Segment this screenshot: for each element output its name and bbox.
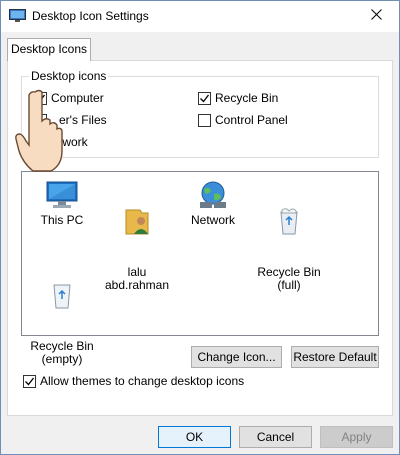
icon-item-this-pc[interactable]: This PC	[27, 180, 97, 227]
dialog-window: Desktop Icon Settings Desktop Icons Desk…	[0, 0, 400, 455]
control-panel-label: Control Panel	[215, 113, 288, 127]
icon-label: Recycle Bin (empty)	[30, 339, 94, 366]
icon-item-network[interactable]: Network	[178, 180, 248, 227]
hand-pointer-icon	[15, 89, 63, 178]
computer-icon	[27, 180, 97, 210]
close-button[interactable]	[353, 1, 399, 31]
desktop-icons-group: Desktop icons Computer Recycle Bin er's …	[21, 69, 379, 158]
allow-themes-label: Allow themes to change desktop icons	[40, 374, 245, 388]
control-panel-checkbox-row[interactable]: Control Panel	[198, 113, 288, 127]
apply-button[interactable]: Apply	[320, 426, 393, 448]
icon-item-recycle-bin-full[interactable]: Recycle Bin (full)	[254, 180, 324, 292]
control-panel-checkbox[interactable]	[198, 113, 211, 127]
group-label: Desktop icons	[29, 69, 109, 83]
icon-item-recycle-bin-empty[interactable]: Recycle Bin (empty)	[27, 254, 97, 366]
allow-themes-checkbox[interactable]	[23, 374, 36, 388]
icon-label: Recycle Bin (full)	[257, 265, 321, 292]
recycle-bin-checkbox[interactable]	[198, 91, 211, 105]
dialog-footer: OK Cancel Apply	[1, 422, 399, 454]
monitor-settings-icon	[9, 9, 26, 23]
tab-panel: Desktop icons Computer Recycle Bin er's …	[7, 60, 393, 416]
icon-label: Network	[190, 213, 235, 227]
user-folder-icon	[102, 206, 172, 236]
window-title: Desktop Icon Settings	[32, 9, 149, 23]
change-icon-button[interactable]: Change Icon...	[191, 346, 282, 368]
icon-item-user-folder[interactable]: lalu abd.rahman	[102, 180, 172, 292]
cancel-button[interactable]: Cancel	[239, 426, 312, 448]
title-bar[interactable]: Desktop Icon Settings	[1, 1, 399, 32]
recycle-bin-label: Recycle Bin	[215, 91, 279, 105]
users-files-label: er's Files	[59, 113, 107, 127]
icon-label: This PC	[40, 213, 84, 227]
ok-button[interactable]: OK	[158, 426, 231, 448]
network-label: twork	[59, 135, 88, 149]
allow-themes-checkbox-row[interactable]: Allow themes to change desktop icons	[23, 374, 244, 388]
network-icon	[178, 180, 248, 210]
close-icon	[370, 9, 382, 23]
restore-default-button[interactable]: Restore Default	[291, 346, 379, 368]
recycle-bin-empty-icon	[27, 280, 97, 310]
icon-label: lalu abd.rahman	[104, 265, 170, 292]
recycle-bin-checkbox-row[interactable]: Recycle Bin	[198, 91, 278, 105]
tab-desktop-icons[interactable]: Desktop Icons	[7, 38, 91, 61]
icon-list[interactable]: This PC lalu abd.rahman Network Recycle …	[21, 171, 379, 366]
recycle-bin-full-icon	[254, 206, 324, 236]
